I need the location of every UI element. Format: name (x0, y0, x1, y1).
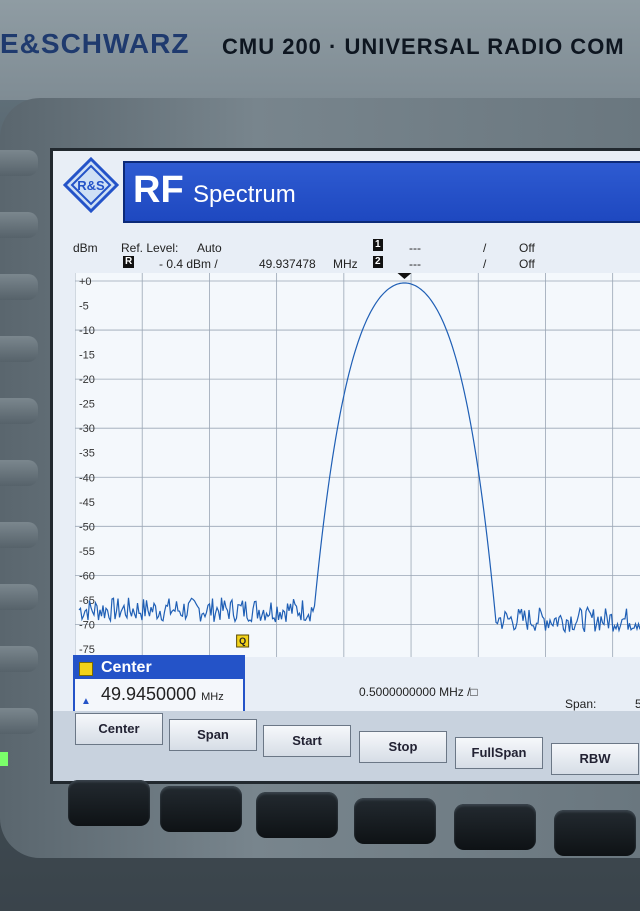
ref-level-mode: Auto (197, 241, 222, 255)
marker1-state: Off (519, 241, 535, 255)
softkey-stop[interactable]: Stop (359, 731, 447, 763)
bezel-ridge (0, 336, 38, 362)
center-frequency-field[interactable]: Center ▲ 49.9450000 MHz (73, 655, 245, 715)
y-tick-label: -20 (79, 374, 95, 386)
hardware-softkey-row (0, 780, 640, 856)
y-tick-label: -55 (79, 546, 95, 558)
spectrum-plot: +0 -5 -10 -15 -20 -25 -30 -35 -40 -45 -50 -55 -60 -65… (75, 273, 640, 657)
center-field-value: 49.9450000 (101, 684, 197, 704)
hardware-key-2[interactable] (160, 786, 242, 832)
softkey-rbw[interactable]: RBW (551, 743, 639, 775)
ref-level-label: Ref. Level: (121, 241, 179, 255)
y-tick-label: -25 (79, 399, 95, 411)
bezel-ridge (0, 460, 38, 486)
span-label: Span: (565, 697, 597, 711)
y-tick-label: +0 (79, 276, 92, 288)
bezel-ridge (0, 522, 38, 548)
q-marker-icon: Q (236, 634, 250, 648)
y-tick-label: -5 (79, 301, 89, 313)
ref-level-value: - 0.4 dBm / (159, 257, 218, 271)
span-value-fragment: 5 (635, 697, 640, 711)
yellow-indicator-icon (79, 662, 93, 676)
center-field-unit: MHz (201, 691, 224, 703)
hardware-key-1[interactable] (68, 780, 150, 826)
span-readout: 0.5000000000 MHz /□ (359, 685, 478, 699)
hardware-key-3[interactable] (256, 792, 338, 838)
marker1-value: --- (409, 241, 421, 255)
hardware-key-5[interactable] (454, 804, 536, 850)
y-tick-label: -40 (79, 472, 95, 484)
marker-frequency: 49.937478 (259, 257, 316, 271)
softkey-center[interactable]: Center (75, 713, 163, 745)
unit-label: dBm (73, 241, 98, 255)
rs-logo-icon: R&S (63, 157, 119, 213)
marker-info-panel: dBm Ref. Level: Auto R - 0.4 dBm / 49.93… (53, 233, 640, 277)
app-title-main: RF (133, 169, 184, 211)
softkey-bar: Center Span Start Stop FullSpan RBW (53, 711, 640, 781)
bezel-ridge (0, 274, 38, 300)
instrument-top-bezel: E&SCHWARZ CMU 200 · UNIVERSAL RADIO COM (0, 0, 640, 100)
marker1-separator: / (483, 241, 487, 255)
y-tick-label: -70 (79, 619, 95, 631)
y-tick-label: -60 (79, 570, 95, 582)
marker2-separator: / (483, 257, 487, 271)
marker-frequency-unit: MHz (333, 257, 358, 271)
app-title-bar: RF Spectrum (123, 161, 640, 223)
peak-marker-letter: R (401, 273, 409, 274)
bezel-ridge (0, 708, 38, 734)
bezel-ridge (0, 150, 38, 176)
hardware-key-6[interactable] (554, 810, 636, 856)
center-field-value-row[interactable]: ▲ 49.9450000 MHz (75, 679, 243, 712)
side-ridges (0, 150, 40, 770)
hardware-key-4[interactable] (354, 798, 436, 844)
ref-marker-badge: R (123, 256, 135, 268)
marker1-badge: 1 (373, 239, 383, 251)
y-tick-label: -15 (79, 350, 95, 362)
app-title-sub: Spectrum (193, 181, 296, 208)
model-label: CMU 200 · UNIVERSAL RADIO COM (222, 34, 625, 59)
center-field-label: Center (101, 659, 152, 676)
marker2-value: --- (409, 257, 421, 271)
bezel-ridge (0, 646, 38, 672)
marker2-badge: 2 (373, 256, 383, 268)
bezel-ridge (0, 584, 38, 610)
y-tick-label: -50 (79, 521, 95, 533)
y-tick-label: -10 (79, 325, 95, 337)
center-field-header: Center (75, 657, 243, 679)
power-led (0, 752, 8, 766)
display-screen: R&S RF Spectrum dBm Ref. Level: Auto R -… (50, 148, 640, 784)
q-marker-letter: Q (239, 636, 246, 646)
brand-label: E&SCHWARZ (0, 28, 190, 59)
softkey-span[interactable]: Span (169, 719, 257, 751)
marker2-state: Off (519, 257, 535, 271)
y-tick-label: -30 (79, 423, 95, 435)
y-tick-label: -45 (79, 497, 95, 509)
bezel-ridge (0, 398, 38, 424)
logo-letters: R&S (77, 178, 105, 193)
softkey-fullspan[interactable]: FullSpan (455, 737, 543, 769)
y-tick-label: -35 (79, 448, 95, 460)
bezel-ridge (0, 212, 38, 238)
y-tick-label: -65 (79, 595, 95, 607)
softkey-start[interactable]: Start (263, 725, 351, 757)
